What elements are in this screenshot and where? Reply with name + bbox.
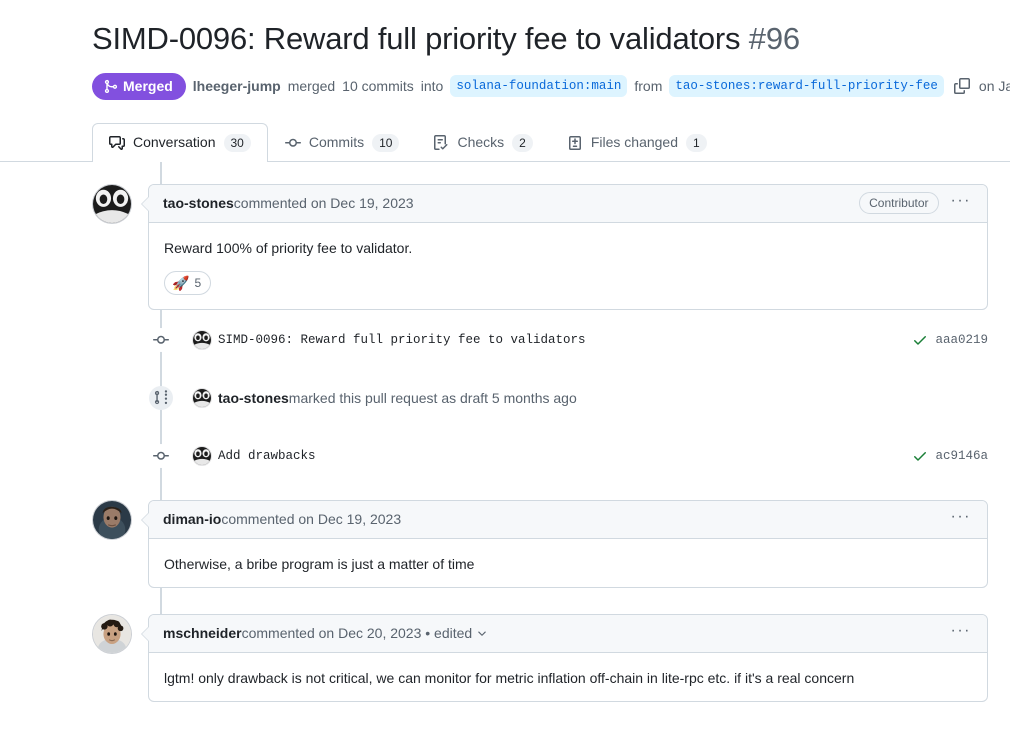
comment-discussion-icon — [109, 135, 125, 151]
commit-status: aaa0219 — [912, 332, 988, 348]
merger-username[interactable]: lheeger-jump — [193, 78, 281, 94]
into-word: into — [420, 78, 444, 95]
tab-files-changed-label: Files changed — [590, 134, 678, 151]
copy-icon[interactable] — [952, 78, 972, 95]
commit-message[interactable]: Add drawbacks — [218, 449, 316, 463]
from-word: from — [634, 78, 663, 95]
comment-body: lgtm! only drawback is not critical, we … — [164, 669, 855, 686]
tab-commits[interactable]: Commits 10 — [268, 123, 417, 162]
commit-sha[interactable]: ac9146a — [935, 449, 988, 463]
timeline-spacer — [92, 356, 988, 382]
comment-author[interactable]: mschneider — [163, 625, 242, 641]
avatar[interactable] — [92, 183, 132, 224]
git-commit-icon — [284, 135, 301, 151]
comment-box: tao-stones commented on Dec 19, 2023 Con… — [141, 183, 988, 310]
avatar[interactable] — [192, 387, 212, 408]
avatar[interactable] — [92, 613, 132, 654]
tab-checks[interactable]: Checks 2 — [416, 123, 549, 162]
tab-checks-label: Checks — [457, 134, 505, 151]
comment-header: mschneider commented on Dec 20, 2023 • e… — [149, 614, 987, 653]
comment-body: Reward 100% of priority fee to validator… — [164, 239, 413, 256]
check-icon[interactable] — [912, 448, 928, 464]
tab-commits-label: Commits — [308, 134, 365, 151]
tab-files-changed-count: 1 — [686, 133, 707, 152]
avatar[interactable] — [192, 329, 212, 350]
comment-header: diman-io commented on Dec 19, 2023 ··· — [149, 500, 987, 539]
page-title: SIMD-0096: Reward full priority fee to v… — [92, 20, 986, 59]
pr-number: #96 — [748, 21, 800, 56]
comment-timestamp: commented on Dec 19, 2023 — [233, 195, 414, 212]
comment-thread-diman-io: diman-io commented on Dec 19, 2023 ··· O… — [92, 499, 988, 588]
reaction-count: 5 — [194, 275, 202, 290]
commit-row-content: SIMD-0096: Reward full priority fee to v… — [152, 329, 988, 350]
commit-row-content: Add drawbacks ac9146a — [152, 445, 988, 466]
status-badge-contributor: Contributor — [859, 192, 939, 215]
merged-verb: merged — [287, 78, 336, 95]
tab-conversation-label: Conversation — [133, 134, 216, 151]
avatar[interactable] — [192, 445, 212, 466]
commit-status: ac9146a — [912, 448, 988, 464]
timeline-spacer — [92, 602, 988, 614]
merged-date: on Jan 11 — [978, 78, 1010, 95]
status-badge-merged: Merged — [92, 72, 186, 100]
status-badge-label: Merged — [123, 78, 173, 95]
commit-message[interactable]: SIMD-0096: Reward full priority fee to v… — [218, 333, 586, 347]
comment-thread-mschneider: mschneider commented on Dec 20, 2023 • e… — [92, 613, 988, 702]
reactions-bar: 🚀 5 — [149, 270, 987, 309]
checklist-icon — [433, 134, 449, 151]
timeline-spacer — [92, 414, 988, 440]
timeline-event-row-draft: tao-stones marked this pull request as d… — [92, 382, 988, 414]
event-username[interactable]: tao-stones — [218, 390, 289, 406]
conversation-timeline: tao-stones commented on Dec 19, 2023 Con… — [0, 161, 1010, 702]
git-commit-icon — [149, 327, 173, 352]
comment-menu-kebab-icon[interactable]: ··· — [949, 191, 973, 215]
pull-request-page: SIMD-0096: Reward full priority fee to v… — [0, 0, 1010, 733]
comment-menu-kebab-icon[interactable]: ··· — [949, 507, 973, 531]
head-branch-chip[interactable]: tao-stones:reward-full-priority-fee — [669, 75, 944, 98]
git-pull-request-draft-icon — [149, 385, 173, 410]
comment-author[interactable]: tao-stones — [163, 195, 234, 211]
event-row-content: tao-stones marked this pull request as d… — [152, 387, 988, 408]
timeline-commit-row: SIMD-0096: Reward full priority fee to v… — [92, 324, 988, 356]
comment-thread-tao-stones: tao-stones commented on Dec 19, 2023 Con… — [92, 183, 988, 310]
comment-body: Otherwise, a bribe program is just a mat… — [164, 555, 475, 572]
pr-tabs: Conversation 30 Commits 10 Checks 2 File… — [0, 118, 1010, 162]
tab-conversation[interactable]: Conversation 30 — [92, 123, 268, 162]
chevron-down-icon[interactable] — [476, 627, 488, 639]
check-icon[interactable] — [912, 332, 928, 348]
avatar[interactable] — [92, 499, 132, 540]
timeline-commit-row: Add drawbacks ac9146a — [92, 440, 988, 472]
pr-header: SIMD-0096: Reward full priority fee to v… — [0, 0, 1010, 100]
pr-subheader: Merged lheeger-jump merged 10 commits in… — [92, 72, 1010, 100]
comment-box: mschneider commented on Dec 20, 2023 • e… — [141, 613, 988, 702]
comment-author[interactable]: diman-io — [163, 511, 221, 527]
tab-conversation-count: 30 — [223, 133, 251, 152]
commit-sha[interactable]: aaa0219 — [935, 333, 988, 347]
tab-checks-count: 2 — [512, 133, 533, 152]
file-diff-icon — [567, 135, 583, 151]
comment-timestamp: commented on Dec 20, 2023 • edited — [241, 625, 473, 642]
merged-commit-count: 10 commits — [342, 78, 414, 95]
tab-files-changed[interactable]: Files changed 1 — [550, 123, 724, 162]
git-merge-icon — [103, 79, 118, 94]
pr-title-text: SIMD-0096: Reward full priority fee to v… — [92, 21, 741, 56]
timeline-spacer — [92, 472, 988, 500]
event-description: marked this pull request as draft 5 mont… — [288, 389, 577, 406]
comment-header: tao-stones commented on Dec 19, 2023 Con… — [149, 184, 987, 223]
base-branch-chip[interactable]: solana-foundation:main — [450, 75, 628, 98]
comment-menu-kebab-icon[interactable]: ··· — [949, 621, 973, 645]
git-commit-icon — [149, 443, 173, 468]
comment-timestamp: commented on Dec 19, 2023 — [221, 511, 402, 528]
reaction-rocket-button[interactable]: 🚀 5 — [164, 270, 212, 295]
tab-commits-count: 10 — [372, 133, 400, 152]
comment-box: diman-io commented on Dec 19, 2023 ··· O… — [141, 499, 988, 588]
rocket-icon: 🚀 — [172, 274, 190, 291]
